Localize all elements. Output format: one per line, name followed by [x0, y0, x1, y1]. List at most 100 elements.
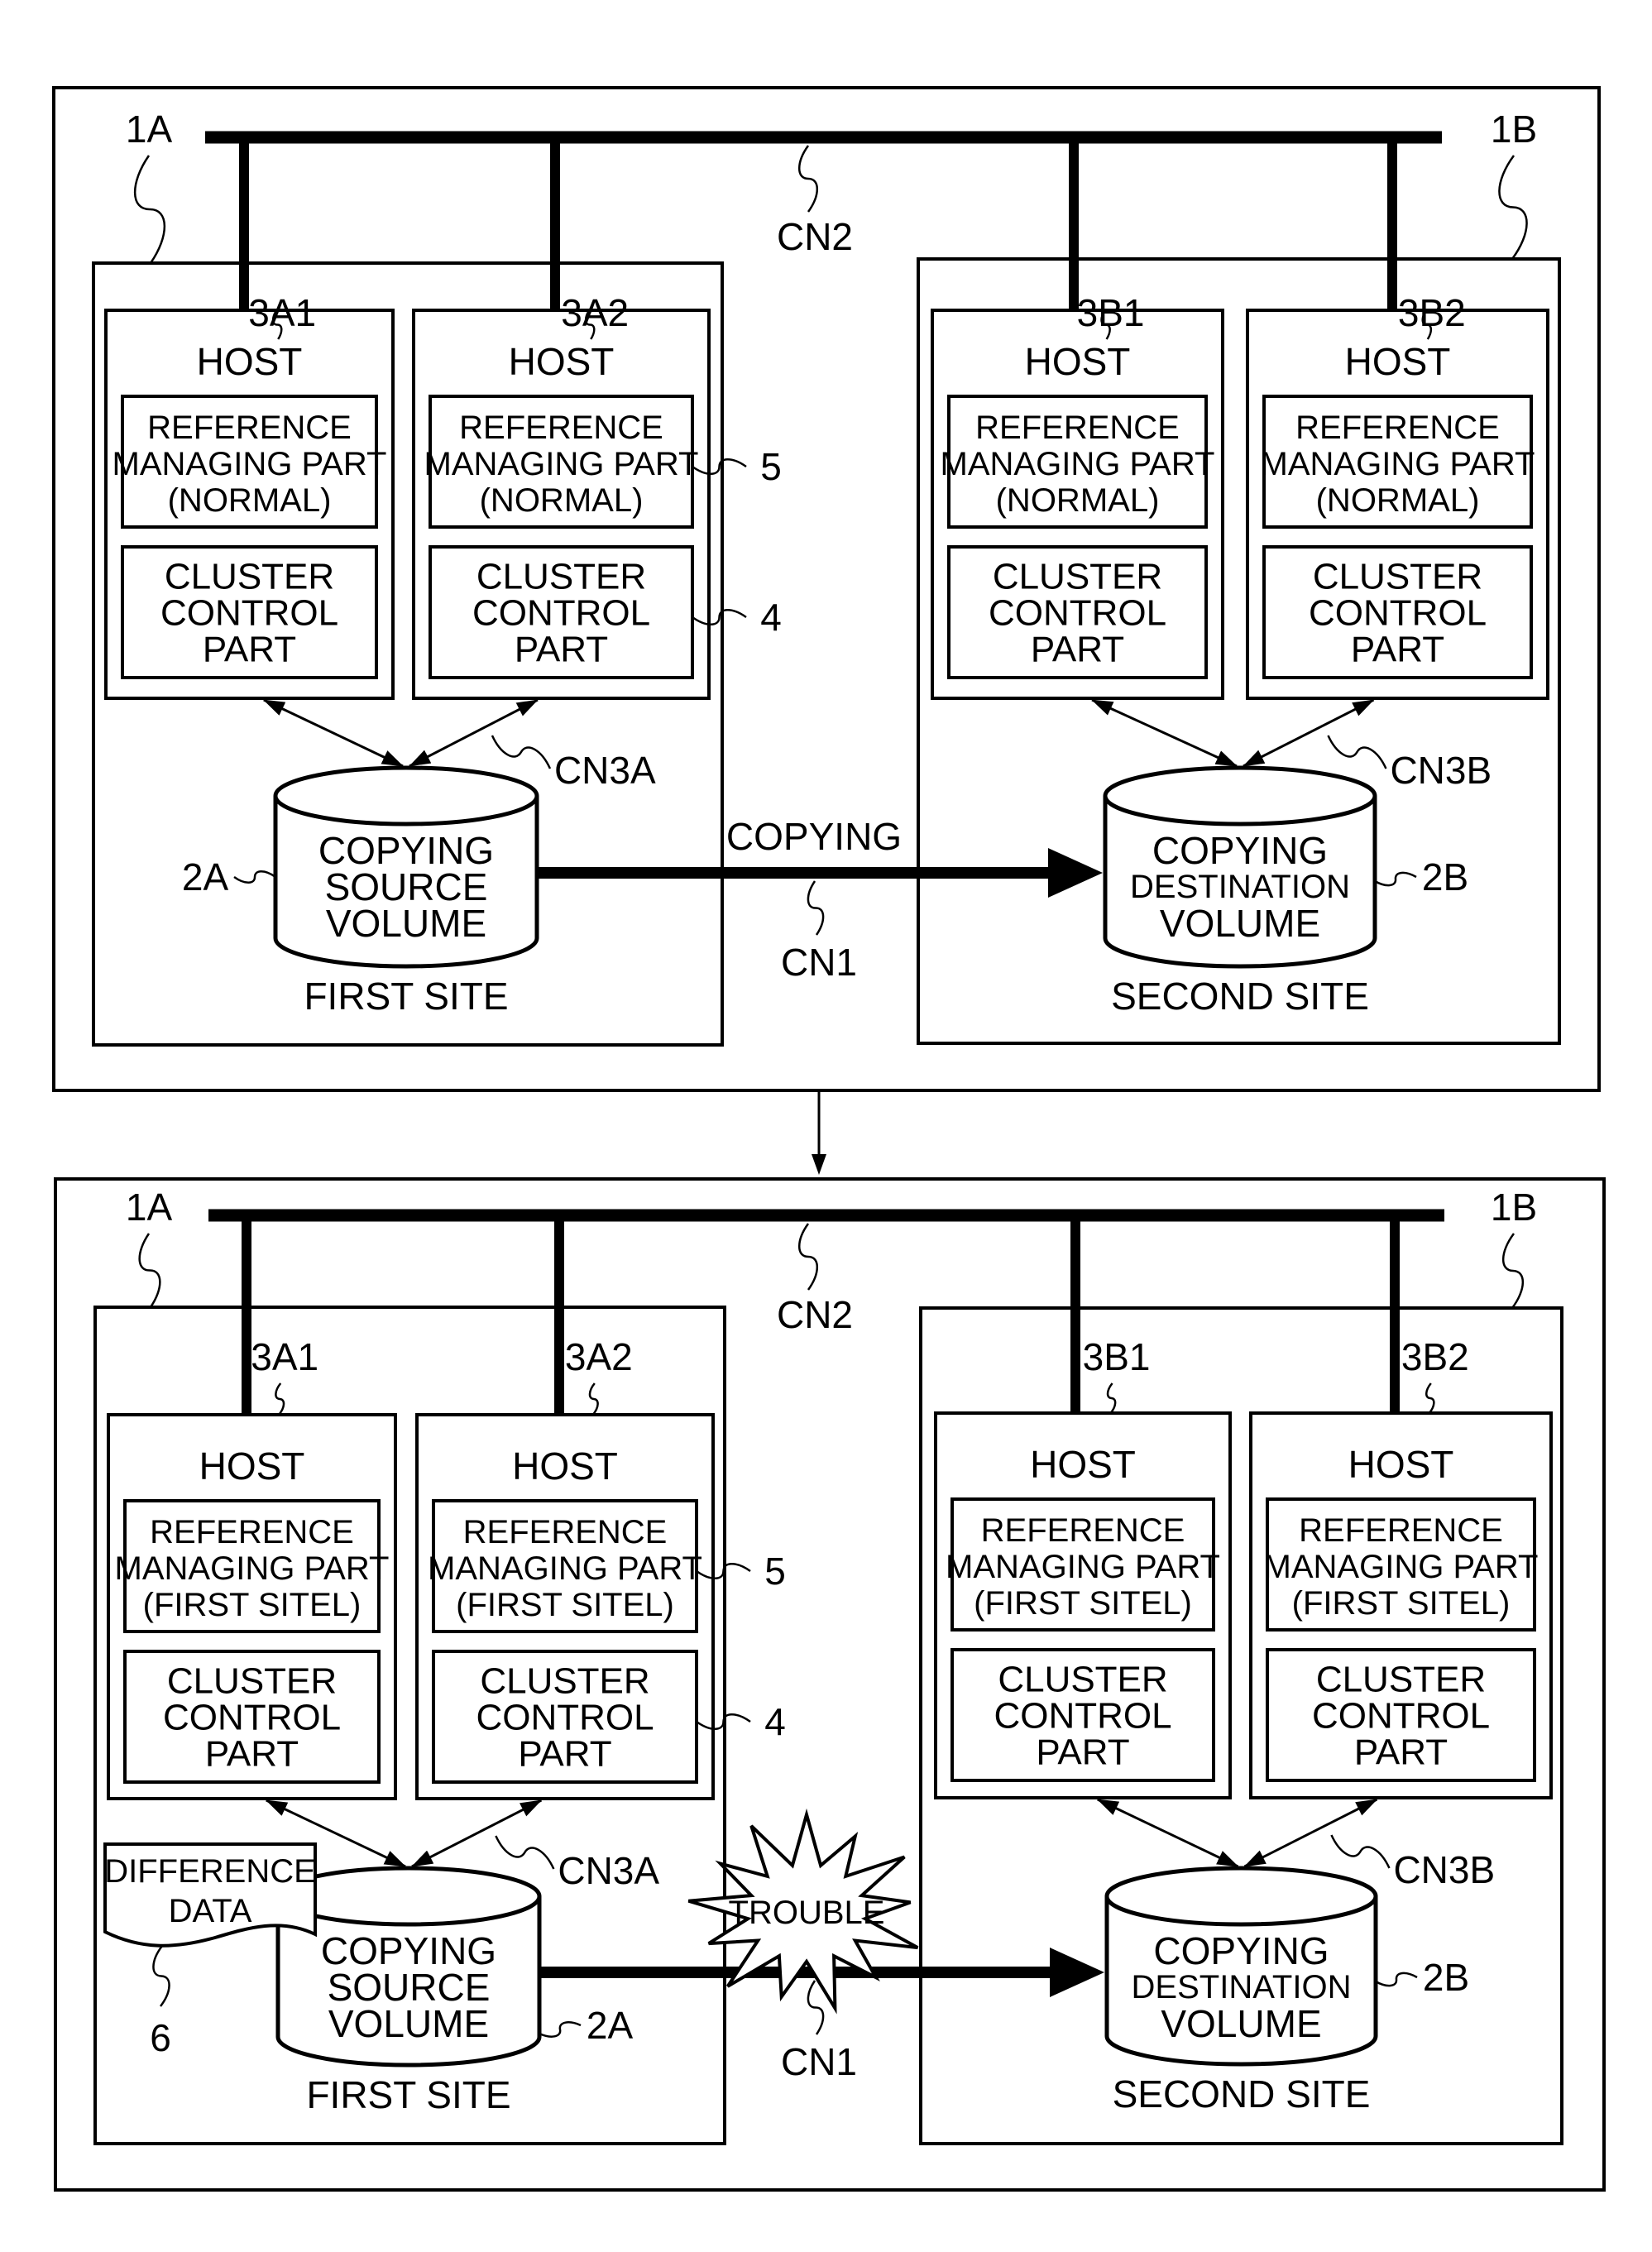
- ref-part-leader: [692, 458, 747, 476]
- panel-normal: CN2 1A 1B 3A1HOSTREFERENCEMANAGING PART(NOR…: [52, 86, 1601, 1092]
- cluster-control-part-text: PART: [518, 1734, 611, 1775]
- cn1-leader: [807, 1980, 825, 2035]
- reference-managing-part-text: REFERENCE: [975, 410, 1180, 446]
- cluster-control-part-text: CLUSTER: [998, 1660, 1167, 1700]
- cluster-control-part-text: PART: [1031, 630, 1124, 670]
- copy-arrowhead: [1048, 848, 1103, 898]
- host-ref-label: 3B1: [1083, 1335, 1151, 1378]
- ref-part-label: 5: [764, 1550, 786, 1593]
- host-ref-leader: [1425, 1382, 1435, 1414]
- cluster-control-part-text: PART: [1354, 1732, 1448, 1773]
- reference-managing-part-text: (FIRST SITEL): [143, 1587, 362, 1623]
- reference-managing-part-text: (FIRST SITEL): [974, 1585, 1192, 1622]
- reference-managing-part-text: REFERENCE: [1295, 410, 1500, 446]
- host-3a1: 3A1 HOST REFERENCEMANAGING PART(FIRST SITE…: [107, 1215, 397, 1800]
- reference-managing-part-text: (FIRST SITEL): [456, 1587, 674, 1623]
- volume-text: COPYING: [1153, 1929, 1329, 1972]
- site-ref-label: 1B: [1491, 1186, 1537, 1229]
- cluster-control-part-text: CONTROL: [1309, 593, 1487, 634]
- cluster-control-part-text: CLUSTER: [1313, 557, 1482, 597]
- copy-arrowhead: [1050, 1948, 1104, 1997]
- cn3-leader: [495, 1835, 555, 1870]
- site-title: SECOND SITE: [1113, 2072, 1371, 2115]
- cn3-leader: [491, 735, 552, 769]
- volume-text: DESTINATION: [1132, 1969, 1352, 2005]
- host-3b2: 3B2HOSTREFERENCEMANAGING PART(NORMAL)CLU…: [1246, 137, 1549, 700]
- cluster-control-part-text: CONTROL: [472, 593, 650, 634]
- reference-managing-part-text: (NORMAL): [1316, 482, 1480, 519]
- ref-part-label: 5: [760, 445, 782, 488]
- cn3-label: CN3A: [558, 1849, 659, 1892]
- host-ref-label: 3B2: [1401, 1335, 1469, 1378]
- cluster-control-part-text: CONTROL: [989, 593, 1166, 634]
- cluster-part-leader: [692, 608, 747, 626]
- reference-managing-part-text: MANAGING PART: [115, 1550, 390, 1587]
- reference-managing-part-text: (NORMAL): [996, 482, 1160, 519]
- host-title: HOST: [1025, 340, 1131, 383]
- difference-data-text: DIFFERENCE: [104, 1853, 316, 1890]
- cluster-control-part-text: CONTROL: [1312, 1696, 1490, 1737]
- difference-data-ref-label: 6: [150, 2016, 171, 2059]
- copying-label: COPYING: [726, 815, 902, 858]
- host-title: HOST: [1345, 340, 1451, 383]
- reference-managing-part-text: REFERENCE: [1299, 1512, 1503, 1549]
- host-3a1: 3A1HOSTREFERENCEMANAGING PART(NORMAL)CLU…: [104, 137, 395, 700]
- cluster-part-label: 4: [764, 1700, 786, 1743]
- site-title: FIRST SITE: [304, 975, 508, 1018]
- reference-managing-part-text: MANAGING PART: [1261, 446, 1535, 482]
- host-volume-link: [1096, 1798, 1239, 1868]
- cn2-leader: [797, 145, 819, 213]
- reference-managing-part-text: (FIRST SITEL): [1292, 1585, 1511, 1622]
- panel-trouble: CN21A 1B3A1HOSTREFERENCEMANAGING PART(FIR…: [54, 1177, 1606, 2192]
- site-ref-leader: [138, 1233, 161, 1308]
- cluster-control-part-text: CLUSTER: [476, 557, 646, 597]
- reference-managing-part-text: (NORMAL): [168, 482, 332, 519]
- reference-managing-part-text: MANAGING PART: [424, 446, 699, 482]
- volume-ref-label: 2A: [587, 2004, 634, 2047]
- copy-link-cn1: CN1 COPYING: [537, 815, 1103, 984]
- reference-managing-part-text: REFERENCE: [459, 410, 663, 446]
- cn3-label: CN3A: [554, 749, 656, 792]
- host-ref-leader: [275, 1382, 285, 1416]
- volume-ref-label: 2B: [1422, 855, 1468, 898]
- site-ref-label: 1A: [126, 108, 173, 151]
- cluster-control-part-text: CLUSTER: [167, 1661, 337, 1702]
- host-ref-leader: [1106, 1382, 1117, 1414]
- cn3-leader: [1327, 735, 1387, 769]
- site-ref-label: 1B: [1491, 108, 1537, 151]
- site-ref-leader: [1502, 1233, 1524, 1309]
- host-3b2: 3B2 HOST REFERENCEMANAGING PART(FIRST SITE…: [1249, 1215, 1553, 1799]
- cn2-leader: [797, 1223, 819, 1291]
- network-label-cn2: CN2: [777, 215, 853, 258]
- site-ref-leader: [1498, 155, 1528, 260]
- cluster-control-part-text: CONTROL: [163, 1698, 341, 1738]
- reference-managing-part-text: (NORMAL): [480, 482, 644, 519]
- volume-ref-leader: [1375, 1972, 1418, 1987]
- site-ref-leader: [133, 155, 166, 264]
- host-volume-link: [262, 698, 404, 768]
- reference-managing-part-text: MANAGING PART: [941, 446, 1215, 482]
- reference-managing-part-text: REFERENCE: [463, 1514, 668, 1550]
- host-title: HOST: [197, 340, 303, 383]
- site-title: SECOND SITE: [1111, 975, 1369, 1018]
- cn3-label: CN3B: [1393, 1848, 1495, 1891]
- host-title: HOST: [509, 340, 615, 383]
- volume-text: DESTINATION: [1130, 869, 1350, 905]
- cluster-control-part-text: PART: [1351, 630, 1444, 670]
- cn3-label: CN3B: [1390, 749, 1492, 792]
- volume-ref-label: 2B: [1423, 1956, 1469, 1999]
- host-3a2: 3A2 HOST REFERENCEMANAGING PART(FIRST SITE…: [415, 1215, 786, 1800]
- cluster-control-part-text: CLUSTER: [993, 557, 1162, 597]
- cluster-control-part-text: CONTROL: [476, 1698, 654, 1738]
- host-title: HOST: [1348, 1443, 1454, 1486]
- cn1-label: CN1: [781, 2040, 857, 2083]
- site-ref-label: 1A: [126, 1186, 173, 1229]
- reference-managing-part-text: MANAGING PART: [428, 1550, 702, 1587]
- host-title: HOST: [199, 1445, 305, 1488]
- difference-data-leader: [152, 1945, 170, 2007]
- host-3b1: 3B1 HOST REFERENCEMANAGING PART(FIRST SITE…: [934, 1215, 1232, 1799]
- host-ref-label: 3A1: [251, 1335, 318, 1378]
- cluster-control-part-text: CONTROL: [160, 593, 338, 634]
- trouble-label: TROUBLE: [729, 1895, 885, 1931]
- reference-managing-part-text: REFERENCE: [981, 1512, 1185, 1549]
